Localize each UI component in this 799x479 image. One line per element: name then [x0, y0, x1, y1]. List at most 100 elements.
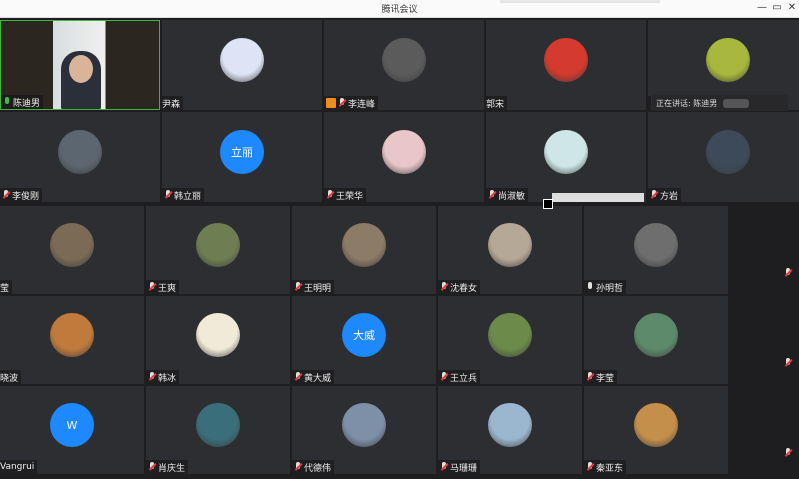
participant-name-bar: 李连峰 — [324, 96, 379, 110]
participant-name-bar: 代德伟 — [292, 460, 335, 474]
participant-tile[interactable]: 韩冰 — [146, 296, 290, 384]
participant-tile[interactable]: 秦亚东 — [584, 386, 728, 474]
participant-tile[interactable]: 立丽 韩立丽 — [162, 112, 322, 202]
participant-tile[interactable]: 沈春女 — [438, 206, 582, 294]
participant-name: 王立兵 — [450, 373, 478, 384]
participant-name-bar: 尚淑敏 — [486, 188, 529, 202]
participant-tile[interactable]: 大威黄大威 — [292, 296, 436, 384]
participant-tile[interactable]: 马珊珊 — [438, 386, 582, 474]
avatar — [634, 403, 678, 447]
avatar — [50, 313, 94, 357]
participant-name: 李莹 — [596, 373, 615, 384]
participant-name: 莹 — [0, 283, 10, 294]
speaker-thumbnail — [723, 98, 750, 108]
participant-tile[interactable]: 陈迪男 — [0, 20, 160, 110]
participant-name: 方岩 — [660, 191, 679, 202]
text-avatar: 立丽 — [220, 130, 264, 174]
mic-muted-icon — [294, 372, 302, 382]
avatar — [58, 130, 102, 174]
avatar — [706, 38, 750, 82]
participant-tile[interactable]: 尹森 — [162, 20, 322, 110]
participant-tile[interactable]: 孙明哲 — [584, 206, 728, 294]
participant-name-bar: 尹森 — [162, 96, 184, 110]
participant-tile[interactable]: W Vangrui — [0, 386, 144, 474]
mic-muted-icon — [650, 190, 658, 200]
participant-name-bar: 方岩 — [648, 188, 682, 202]
participant-name-bar — [648, 96, 651, 110]
text-avatar: W — [50, 403, 94, 447]
participant-tile[interactable]: 王爽 — [146, 206, 290, 294]
participant-tile[interactable]: 代德伟 — [292, 386, 436, 474]
participant-name: 黄大威 — [304, 373, 332, 384]
participant-tile[interactable]: 王明明 — [292, 206, 436, 294]
participant-tile[interactable]: 王荣华 — [324, 112, 484, 202]
avatar — [342, 403, 386, 447]
avatar — [196, 223, 240, 267]
screen-share-icon — [326, 98, 336, 108]
avatar — [342, 223, 386, 267]
mic-muted-icon — [784, 448, 792, 458]
mic-muted-icon — [164, 190, 172, 200]
participant-name: 王荣华 — [336, 191, 364, 202]
participant-tile[interactable]: 肖庆生 — [146, 386, 290, 474]
participant-name: 李连峰 — [348, 99, 376, 110]
participant-tile[interactable]: 晓波 — [0, 296, 144, 384]
participant-name: 代德伟 — [304, 463, 332, 474]
participant-name: 孙明哲 — [596, 283, 624, 294]
offscreen-tile-edge — [784, 446, 799, 460]
mic-muted-icon — [294, 462, 302, 472]
participant-name: 王爽 — [158, 283, 177, 294]
participant-name-bar: 孙明哲 — [584, 280, 627, 294]
minimize-button[interactable]: — — [755, 1, 769, 15]
participant-tile[interactable]: 李莹 — [584, 296, 728, 384]
offscreen-tile-edge — [784, 266, 799, 280]
mic-muted-icon — [784, 268, 792, 278]
participant-tile[interactable]: 方岩 — [648, 112, 799, 202]
participant-name-bar: 郭宋 — [486, 96, 508, 110]
avatar — [634, 223, 678, 267]
participant-name-bar: Vangrui — [0, 460, 38, 474]
participant-name-bar: 莹 — [0, 280, 13, 294]
participant-name-bar: 沈春女 — [438, 280, 481, 294]
participant-tile[interactable]: 郭宋 — [486, 20, 646, 110]
participant-name-bar: 王荣华 — [324, 188, 367, 202]
participant-name: 晓波 — [0, 373, 19, 384]
participant-name: 尹森 — [162, 99, 181, 110]
participant-name: 韩冰 — [158, 373, 177, 384]
mic-muted-icon — [338, 98, 346, 108]
mic-muted-icon — [148, 462, 156, 472]
mic-icon — [586, 282, 594, 292]
title-bar: 腾讯会议 — ▭ ✕ — [0, 0, 799, 18]
participant-name: Vangrui — [0, 462, 35, 472]
mic-muted-icon — [440, 282, 448, 292]
participant-name-bar: 陈迪男 — [1, 95, 44, 109]
speaking-indicator: 正在讲话: 陈迪男 — [652, 95, 788, 111]
text-avatar: 大威 — [342, 313, 386, 357]
mouse-cursor-icon — [543, 199, 553, 209]
avatar — [50, 223, 94, 267]
close-button[interactable]: ✕ — [785, 1, 799, 15]
mic-muted-icon — [586, 372, 594, 382]
participant-name-bar: 马珊珊 — [438, 460, 481, 474]
window-title: 腾讯会议 — [381, 5, 418, 15]
mic-muted-icon — [440, 372, 448, 382]
participant-name-bar: 晓波 — [0, 370, 22, 384]
overlay-strip — [552, 193, 644, 202]
participant-tile[interactable]: 李连峰 — [324, 20, 484, 110]
avatar — [382, 130, 426, 174]
participant-tile[interactable]: 王立兵 — [438, 296, 582, 384]
participant-tile[interactable]: 莹 — [0, 206, 144, 294]
participant-name-bar: 王明明 — [292, 280, 335, 294]
participant-name: 王明明 — [304, 283, 332, 294]
participant-tile[interactable]: 尚淑敏 — [486, 112, 646, 202]
mic-muted-icon — [586, 462, 594, 472]
participant-name: 李俊刚 — [12, 191, 40, 202]
participant-name: 秦亚东 — [596, 463, 624, 474]
avatar — [706, 130, 750, 174]
participant-tile[interactable]: 李俊刚 — [0, 112, 160, 202]
participant-name-bar: 王爽 — [146, 280, 180, 294]
participant-name: 尚淑敏 — [498, 191, 526, 202]
restore-button[interactable]: ▭ — [770, 1, 784, 15]
participant-name-bar: 李莹 — [584, 370, 618, 384]
mic-muted-icon — [784, 358, 792, 368]
